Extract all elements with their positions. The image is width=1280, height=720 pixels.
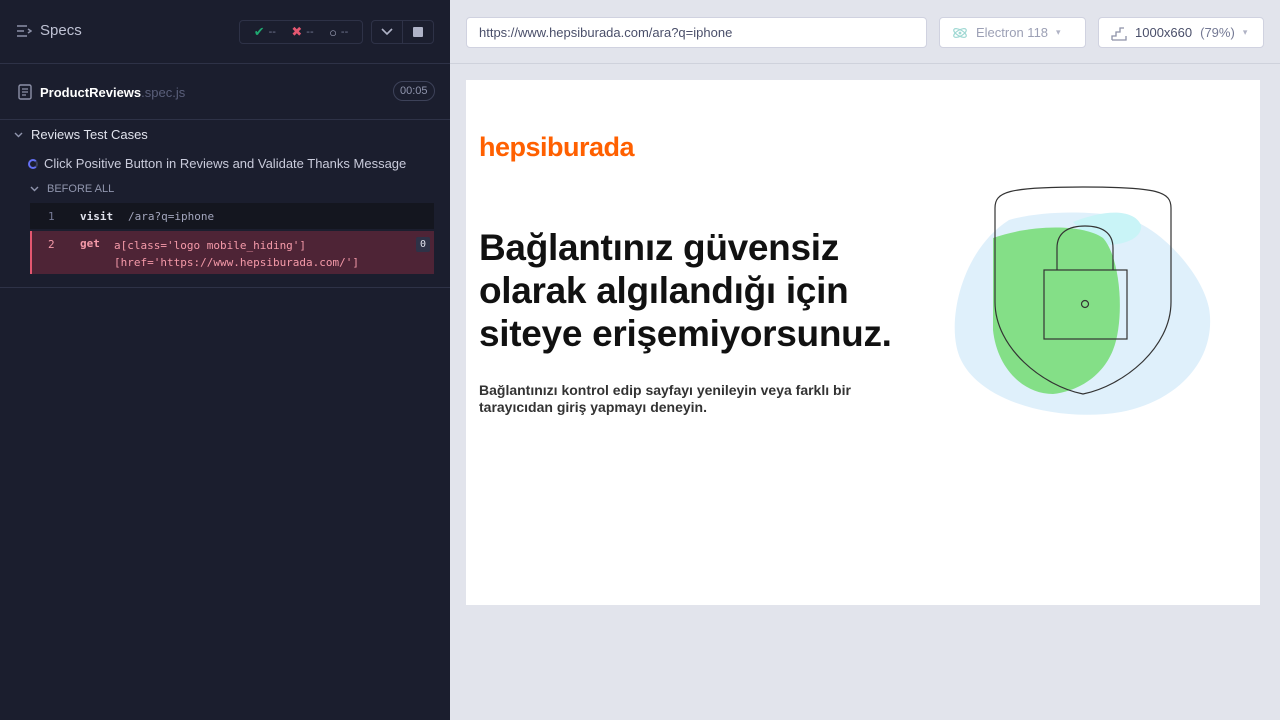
failed-stat: ✖ -- <box>291 24 313 40</box>
command-name: get <box>80 237 100 250</box>
divider <box>450 63 1280 64</box>
check-icon: ✔ <box>253 24 265 39</box>
spec-duration: 00:05 <box>393 81 435 101</box>
browser-selector[interactable]: Electron 118 ▾ <box>939 17 1086 48</box>
expand-button[interactable] <box>372 21 403 43</box>
specs-button[interactable]: Specs <box>16 22 82 39</box>
command-row-failed[interactable]: 2 get a[class='logo mobile_hiding'] [hre… <box>30 231 434 274</box>
spec-file-name[interactable]: ProductReviews.spec.js <box>40 85 185 100</box>
viewport-size: 1000x660 <box>1135 25 1193 40</box>
url-bar[interactable]: https://www.hepsiburada.com/ara?q=iphone <box>466 17 927 48</box>
test-title: Click Positive Button in Reviews and Val… <box>44 156 407 171</box>
hook-row[interactable]: BEFORE ALL <box>30 183 114 195</box>
viewport-icon <box>1111 26 1127 41</box>
pending-stat: ○ -- <box>329 25 348 40</box>
electron-icon <box>953 27 967 38</box>
app-under-test-frame: hepsiburada Bağlantınız güvensiz olarak … <box>466 80 1260 605</box>
command-message: a[class='logo mobile_hiding'] [href='htt… <box>114 239 360 269</box>
viewport-selector[interactable]: 1000x660 (79%) ▾ <box>1098 17 1264 48</box>
suite-row[interactable]: Reviews Test Cases <box>14 127 148 142</box>
command-name: visit <box>80 210 114 223</box>
brand-logo[interactable]: hepsiburada <box>479 132 635 163</box>
zoom-level: (79%) <box>1200 25 1235 40</box>
test-row[interactable]: Click Positive Button in Reviews and Val… <box>28 156 406 171</box>
command-number: 2 <box>48 238 55 251</box>
passed-stat: ✔ -- <box>254 24 276 40</box>
specs-label: Specs <box>40 22 82 39</box>
shield-lock-illustration <box>954 186 1211 415</box>
chevron-down-icon: ▾ <box>1242 27 1248 37</box>
command-message: /ara?q=iphone <box>128 210 215 223</box>
command-row[interactable]: 1 visit /ara?q=iphone <box>30 203 434 229</box>
document-icon <box>18 84 32 100</box>
chevron-down-icon <box>381 28 393 36</box>
running-spinner-icon <box>28 158 38 169</box>
pending-circle-icon: ○ <box>329 24 337 40</box>
spec-file-header: ProductReviews.spec.js 00:05 <box>0 65 450 120</box>
failed-count: -- <box>306 26 314 38</box>
command-log-panel: Specs ✔ -- ✖ -- ○ -- ProductReviews.spec.js… <box>0 0 450 720</box>
x-icon: ✖ <box>291 24 303 39</box>
error-headline: Bağlantınız güvensiz olarak algılandığı … <box>479 227 892 354</box>
element-count-badge: 0 <box>416 237 430 252</box>
browser-name: Electron 118 <box>976 25 1049 40</box>
passed-count: -- <box>268 26 276 38</box>
chevron-down-icon <box>30 186 39 192</box>
divider <box>0 287 450 288</box>
test-stats: ✔ -- ✖ -- ○ -- <box>239 20 363 44</box>
chevron-down-icon <box>14 132 23 137</box>
stop-icon <box>413 27 423 37</box>
chevron-down-icon: ▾ <box>1056 27 1061 37</box>
specs-list-icon <box>17 24 32 37</box>
stop-button[interactable] <box>403 21 433 43</box>
error-description: Bağlantınızı kontrol edip sayfayı yenile… <box>479 382 851 415</box>
hook-title: BEFORE ALL <box>47 183 115 195</box>
suite-title: Reviews Test Cases <box>31 127 148 142</box>
runner-header: Specs ✔ -- ✖ -- ○ -- <box>0 0 450 64</box>
pending-count: -- <box>340 26 349 38</box>
command-number: 1 <box>48 210 55 223</box>
run-controls <box>371 20 434 44</box>
